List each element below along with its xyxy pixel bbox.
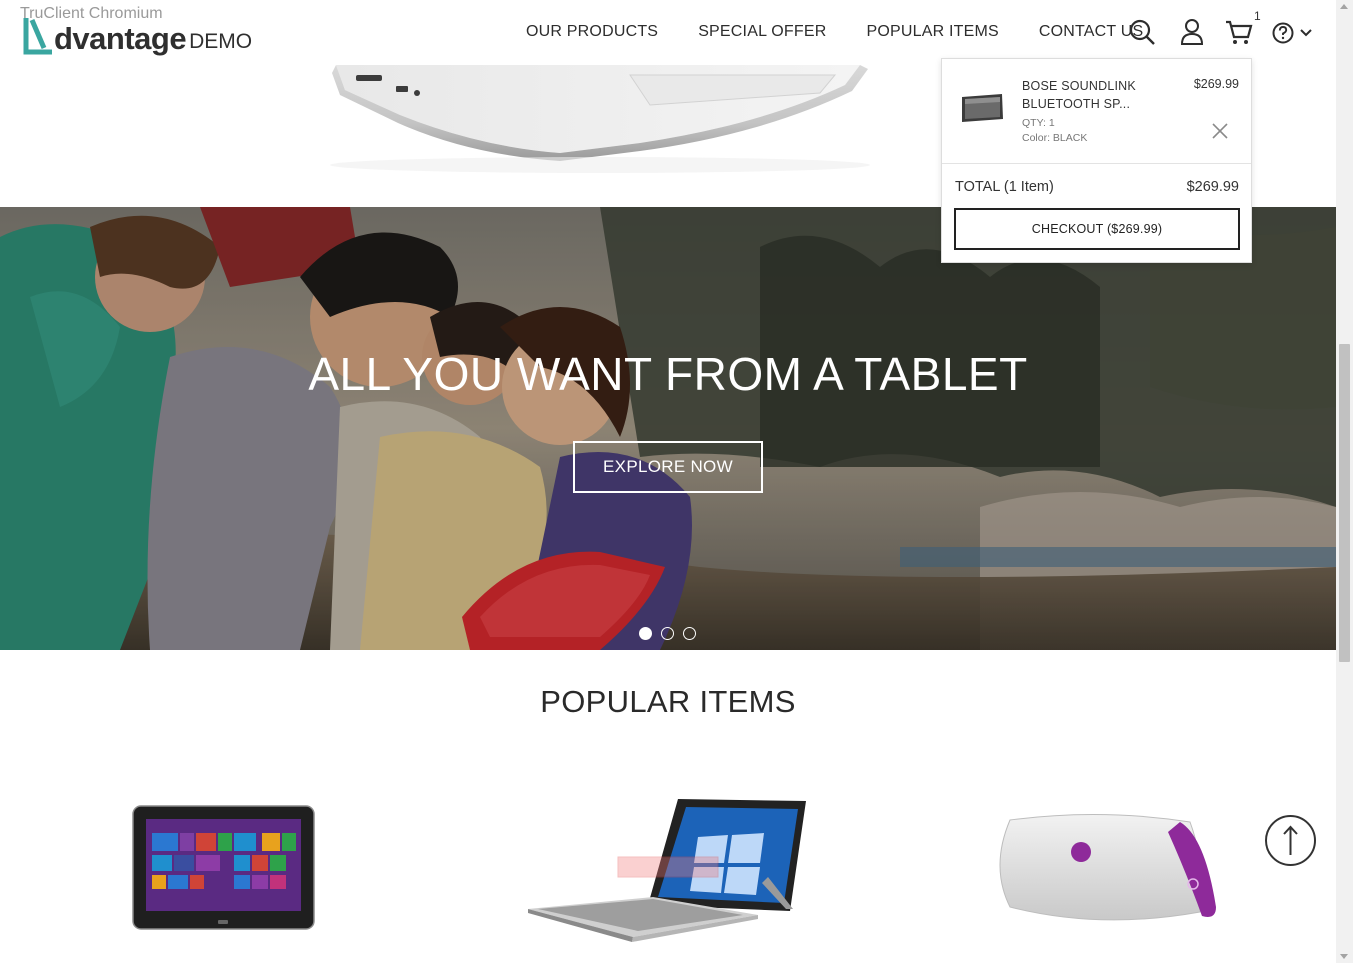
cart-count-badge: 1 xyxy=(1254,9,1261,23)
browser-watermark: TruClient Chromium xyxy=(20,5,163,22)
speaker-image xyxy=(999,813,1216,921)
checkout-button[interactable]: CHECKOUT ($269.99) xyxy=(954,208,1240,250)
logo-demo: DEMO xyxy=(189,30,253,53)
explore-now-button[interactable]: EXPLORE NOW xyxy=(573,441,763,493)
tablet-image xyxy=(132,805,315,930)
cart-item: BOSE SOUNDLINK BLUETOOTH SP... $269.99 Q… xyxy=(942,59,1251,164)
cart-item-name[interactable]: BOSE SOUNDLINK BLUETOOTH SP... xyxy=(1022,77,1162,113)
laptop-2in1-image xyxy=(528,799,806,942)
scroll-up-arrow-icon[interactable] xyxy=(1340,4,1348,9)
help-icon[interactable] xyxy=(1271,17,1295,47)
hero-title: ALL YOU WANT FROM A TABLET xyxy=(308,348,1028,400)
scroll-down-arrow-icon[interactable] xyxy=(1340,954,1348,959)
nav-our-products[interactable]: OUR PRODUCTS xyxy=(526,23,658,41)
nav-special-offer[interactable]: SPECIAL OFFER xyxy=(698,23,826,41)
site-header: dvantage DEMO OUR PRODUCTS SPECIAL OFFER… xyxy=(0,0,1336,65)
product-speaker[interactable] xyxy=(990,812,1220,925)
remove-item-close-icon[interactable] xyxy=(1210,121,1230,141)
hero-banner: ALL YOU WANT FROM A TABLET EXPLORE NOW xyxy=(0,207,1336,650)
scroll-to-top-button[interactable] xyxy=(1265,815,1316,866)
cart-total-label: TOTAL (1 Item) xyxy=(955,179,1054,195)
arrow-up-icon xyxy=(1283,825,1298,855)
logo-word: dvantage xyxy=(54,21,187,56)
cart-item-color: Color: BLACK xyxy=(1022,132,1088,144)
user-icon[interactable] xyxy=(1177,17,1207,47)
chevron-down-icon[interactable] xyxy=(1298,17,1314,47)
carousel-dot-3[interactable] xyxy=(683,627,696,640)
page: dvantage DEMO OUR PRODUCTS SPECIAL OFFER… xyxy=(0,0,1353,963)
product-tablet[interactable] xyxy=(132,805,315,930)
cart-item-price: $269.99 xyxy=(1193,77,1239,91)
cart-dropdown: BOSE SOUNDLINK BLUETOOTH SP... $269.99 Q… xyxy=(941,58,1252,263)
main-nav: OUR PRODUCTS SPECIAL OFFER POPULAR ITEMS… xyxy=(526,23,1183,41)
cart-icon[interactable] xyxy=(1224,17,1254,47)
popular-items-title: POPULAR ITEMS xyxy=(540,684,796,719)
search-icon[interactable] xyxy=(1127,17,1157,47)
page-scrollbar[interactable] xyxy=(1336,0,1353,963)
product-2in1-laptop[interactable] xyxy=(528,797,808,942)
carousel-dot-2[interactable] xyxy=(661,627,674,640)
scroll-thumb[interactable] xyxy=(1339,344,1350,662)
carousel-dot-1[interactable] xyxy=(639,627,652,640)
cart-item-speaker-image[interactable] xyxy=(959,92,1005,124)
carousel-dots xyxy=(639,627,705,640)
cart-item-qty: QTY: 1 xyxy=(1022,117,1055,129)
hero-background-image xyxy=(0,207,1336,650)
nav-popular-items[interactable]: POPULAR ITEMS xyxy=(866,23,998,41)
cart-total-value: $269.99 xyxy=(1186,179,1239,195)
